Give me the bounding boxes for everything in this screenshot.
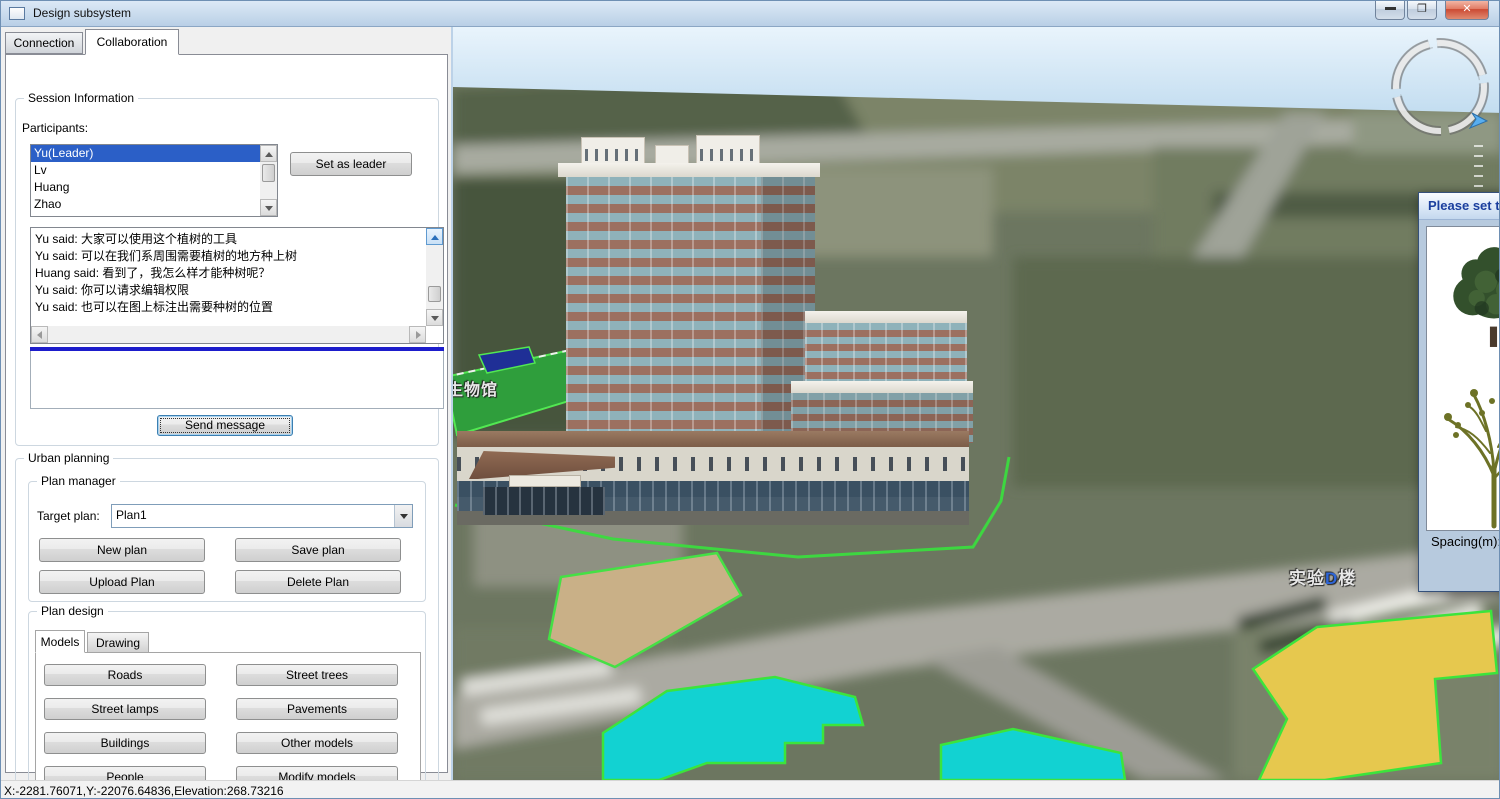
session-information-group: Session Information Participants: Yu(Lea… bbox=[15, 98, 439, 446]
delete-plan-button[interactable]: Delete Plan bbox=[235, 570, 401, 594]
target-plan-combobox[interactable]: Plan1 bbox=[111, 504, 413, 528]
close-button[interactable]: ✕ bbox=[1445, 1, 1489, 20]
scroll-thumb[interactable] bbox=[262, 164, 275, 182]
other-models-button[interactable]: Other models bbox=[236, 732, 398, 754]
annex-cornice bbox=[805, 311, 967, 323]
minimize-icon bbox=[1385, 7, 1396, 10]
message-input[interactable] bbox=[30, 351, 444, 409]
arrow-up-icon bbox=[431, 235, 439, 240]
map-label-lab-d-building: 实验D楼 bbox=[1289, 564, 1356, 589]
left-panel: Connection Collaboration Session Informa… bbox=[1, 27, 451, 780]
dialog-title-bar[interactable]: Please set the tree species and spacing … bbox=[1419, 193, 1500, 220]
participant-item[interactable]: Zhao bbox=[31, 196, 260, 213]
arrow-down-icon bbox=[265, 206, 273, 211]
target-plan-label: Target plan: bbox=[37, 509, 100, 523]
street-lamps-button[interactable]: Street lamps bbox=[44, 698, 206, 720]
arrow-right-icon bbox=[416, 331, 421, 339]
map-label-biology-building: 生物馆 bbox=[451, 376, 498, 400]
entrance-glass bbox=[483, 487, 605, 515]
map-3d-viewport[interactable]: 生物馆 实验D楼 Please set the tree species and… bbox=[451, 27, 1500, 780]
pavements-button[interactable]: Pavements bbox=[236, 698, 398, 720]
models-tab-content: Roads Street trees Street lamps Pavement… bbox=[35, 652, 421, 793]
tree-species-dialog: Please set the tree species and spacing … bbox=[1418, 192, 1500, 592]
scroll-up-button[interactable] bbox=[260, 145, 277, 162]
send-message-button[interactable]: Send message bbox=[157, 415, 293, 436]
chat-line: Yu said: 大家可以使用这个植树的工具 bbox=[35, 231, 415, 248]
new-plan-button[interactable]: New plan bbox=[39, 538, 205, 562]
chevron-down-icon bbox=[400, 514, 408, 519]
set-as-leader-button[interactable]: Set as leader bbox=[290, 152, 412, 176]
chat-horizontal-scrollbar[interactable] bbox=[31, 326, 426, 343]
rooftop-structure bbox=[696, 135, 760, 165]
scroll-thumb[interactable] bbox=[428, 286, 441, 302]
tree-species-grid bbox=[1426, 226, 1500, 531]
chat-vertical-scrollbar[interactable] bbox=[426, 228, 443, 326]
chat-lines: Yu said: 大家可以使用这个植树的工具 Yu said: 可以在我们系周围… bbox=[35, 231, 415, 316]
arrow-left-icon bbox=[37, 331, 42, 339]
compass-ring[interactable] bbox=[1388, 35, 1493, 140]
buildings-button[interactable]: Buildings bbox=[44, 732, 206, 754]
chat-history-box[interactable]: Yu said: 大家可以使用这个植树的工具 Yu said: 可以在我们系周围… bbox=[30, 227, 444, 344]
scroll-down-button[interactable] bbox=[260, 199, 277, 216]
tree-option-4[interactable] bbox=[1427, 351, 1500, 531]
tab-connection[interactable]: Connection bbox=[5, 32, 83, 54]
tab-models[interactable]: Models bbox=[35, 630, 85, 653]
chat-line: Yu said: 可以在我们系周围需要植树的地方种上树 bbox=[35, 248, 415, 265]
tab-collaboration[interactable]: Collaboration bbox=[85, 29, 179, 55]
minimize-button[interactable] bbox=[1375, 1, 1405, 20]
urban-planning-group: Urban planning Plan manager Target plan:… bbox=[15, 458, 439, 799]
plan-design-label: Plan design bbox=[37, 604, 108, 618]
chat-line: Yu said: 你可以请求编辑权限 bbox=[35, 282, 415, 299]
participants-label: Participants: bbox=[22, 121, 88, 135]
app-icon bbox=[9, 7, 25, 20]
participant-item[interactable]: Lv bbox=[31, 162, 260, 179]
combo-dropdown-button[interactable] bbox=[394, 505, 412, 527]
rooftop-structure bbox=[581, 137, 645, 165]
roads-button[interactable]: Roads bbox=[44, 664, 206, 686]
tower-cornice bbox=[558, 163, 820, 177]
plan-manager-group: Plan manager Target plan: Plan1 New plan… bbox=[28, 481, 426, 602]
chat-line: Yu said: 也可以在图上标注出需要种树的位置 bbox=[35, 299, 415, 316]
scroll-up-button[interactable] bbox=[426, 228, 443, 245]
dialog-title: Please set the tree species and spacing bbox=[1428, 198, 1500, 213]
tree-option-1[interactable] bbox=[1427, 228, 1500, 349]
spacing-label: Spacing(m): bbox=[1431, 534, 1500, 549]
tree-thumbnail-sparse-branching bbox=[1434, 361, 1500, 531]
title-bar[interactable]: Design subsystem ❐ ✕ bbox=[1, 1, 1500, 27]
chat-line: Huang said: 看到了，我怎么样才能种树呢？ bbox=[35, 265, 415, 282]
tree-thumbnail-dark-broadleaf bbox=[1442, 237, 1500, 349]
scroll-right-button[interactable] bbox=[409, 326, 426, 343]
participants-scrollbar[interactable] bbox=[260, 145, 277, 216]
design-subsystem-window: Design subsystem ❐ ✕ Connection Collabor… bbox=[0, 0, 1500, 799]
annex-block bbox=[805, 323, 967, 383]
status-bar: X:-2281.76071,Y:-22076.64836,Elevation:2… bbox=[1, 780, 1500, 799]
tab-drawing[interactable]: Drawing bbox=[87, 632, 149, 653]
scroll-down-button[interactable] bbox=[426, 309, 443, 326]
upload-plan-button[interactable]: Upload Plan bbox=[39, 570, 205, 594]
annex-cornice bbox=[791, 381, 973, 393]
podium-parapet bbox=[457, 431, 969, 447]
session-group-label: Session Information bbox=[24, 91, 138, 105]
participants-listbox[interactable]: Yu(Leader) Lv Huang Zhao bbox=[30, 144, 278, 217]
rooftop-structure bbox=[655, 145, 689, 165]
target-plan-value: Plan1 bbox=[116, 508, 147, 522]
participant-item[interactable]: Yu(Leader) bbox=[31, 145, 260, 162]
urban-planning-label: Urban planning bbox=[24, 451, 113, 465]
street-trees-button[interactable]: Street trees bbox=[236, 664, 398, 686]
restore-button[interactable]: ❐ bbox=[1407, 1, 1437, 20]
save-plan-button[interactable]: Save plan bbox=[235, 538, 401, 562]
close-icon: ✕ bbox=[1462, 3, 1471, 15]
entrance-sign bbox=[509, 475, 581, 487]
tower-front-face bbox=[566, 177, 761, 465]
restore-icon: ❐ bbox=[1417, 3, 1427, 15]
scroll-left-button[interactable] bbox=[31, 326, 48, 343]
participant-item[interactable]: Huang bbox=[31, 179, 260, 196]
collaboration-tab-content: Session Information Participants: Yu(Lea… bbox=[5, 54, 448, 773]
arrow-up-icon bbox=[265, 152, 273, 157]
plan-manager-label: Plan manager bbox=[37, 474, 120, 488]
plan-design-group: Plan design Models Drawing Roads Street … bbox=[28, 611, 426, 797]
window-title: Design subsystem bbox=[33, 6, 131, 20]
coordinates-readout: X:-2281.76071,Y:-22076.64836,Elevation:2… bbox=[4, 784, 284, 798]
arrow-down-icon bbox=[431, 316, 439, 321]
